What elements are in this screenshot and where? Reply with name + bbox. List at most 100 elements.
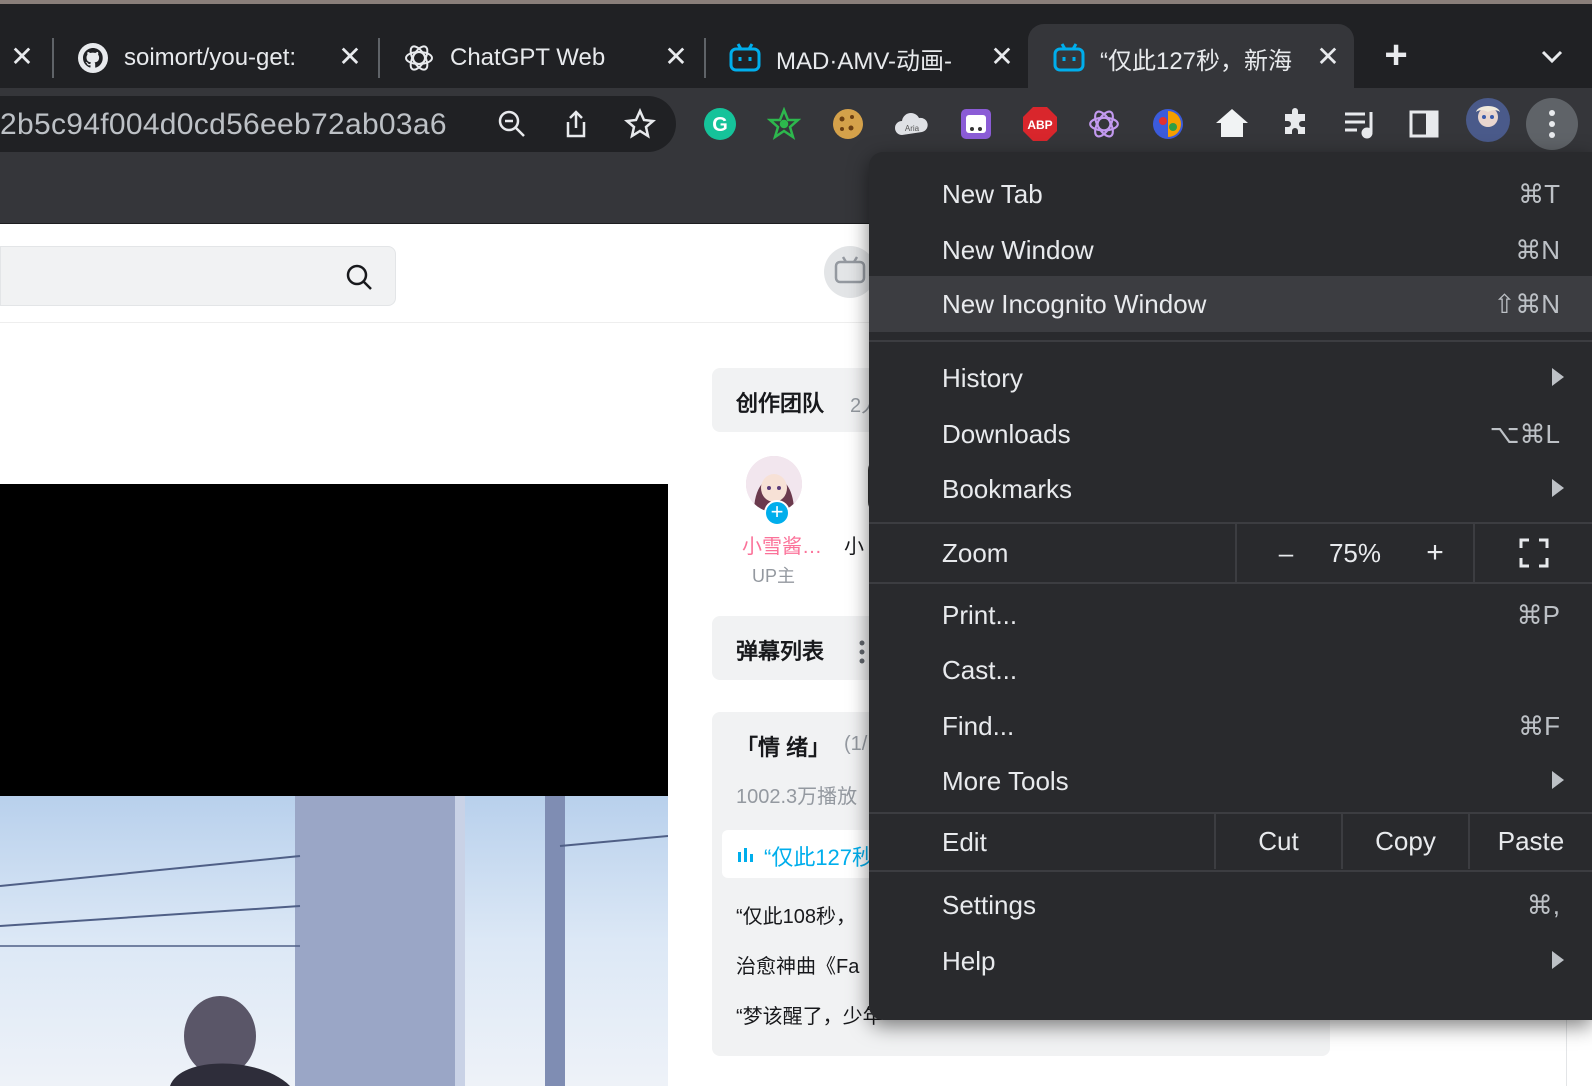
purple-extension-icon[interactable]: [958, 106, 994, 142]
playlist-title: 「情 绪」: [736, 735, 831, 760]
tab-active-bilibili[interactable]: “仅此127秒，新海 ✕: [1028, 24, 1354, 92]
chrome-menu-kebab-icon[interactable]: [1526, 98, 1578, 150]
menu-item-label: New Window: [942, 235, 1094, 265]
list-item[interactable]: “仅此108秒，: [736, 900, 856, 929]
site-search-input[interactable]: [0, 246, 396, 306]
url-text[interactable]: 2b5c94f004d0cd56eeb72ab03a6: [0, 108, 447, 142]
chrome-main-menu: New Tab ⌘T New Window ⌘N New Incognito W…: [869, 152, 1592, 1020]
zoom-in-button[interactable]: +: [1395, 524, 1475, 582]
side-panel-icon[interactable]: [1406, 106, 1442, 142]
new-tab-plus-icon[interactable]: +: [1378, 35, 1414, 75]
address-bar[interactable]: 2b5c94f004d0cd56eeb72ab03a6: [0, 96, 676, 152]
tab-mad-amv[interactable]: MAD·AMV-动画- ✕: [712, 24, 1028, 92]
menu-item-label: New Tab: [942, 179, 1043, 209]
zoom-minus-label: –: [1278, 537, 1294, 568]
aria2-cloud-icon[interactable]: Aria: [894, 106, 930, 142]
tab-search-chevron-icon[interactable]: [1538, 42, 1566, 70]
tab-title: MAD·AMV-动画-: [776, 47, 952, 75]
bilibili-icon: [1052, 41, 1086, 75]
menu-item-new-incognito-window[interactable]: New Incognito Window ⇧⌘N: [869, 276, 1592, 332]
cookie-icon[interactable]: [830, 106, 866, 142]
svg-text:ABP: ABP: [1027, 118, 1052, 132]
copy-button[interactable]: Copy: [1341, 813, 1468, 869]
menu-separator: [869, 340, 1592, 342]
menu-item-label: History: [942, 363, 1023, 393]
menu-item-downloads[interactable]: Downloads ⌥⌘L: [869, 406, 1592, 462]
zoom-out-icon[interactable]: [496, 108, 528, 140]
adblock-plus-icon[interactable]: ABP: [1022, 106, 1058, 142]
menu-item-label: Print...: [942, 600, 1018, 630]
menu-item-label: Edit: [942, 827, 987, 857]
openai-extension-icon[interactable]: [1086, 106, 1122, 142]
video-frame[interactable]: [0, 796, 668, 1086]
menu-item-shortcut: ⌘T: [1518, 179, 1560, 209]
menu-item-cast[interactable]: Cast...: [869, 642, 1592, 698]
zoom-plus-label: +: [1426, 536, 1444, 569]
menu-item-label: Cast...: [942, 655, 1018, 685]
share-icon[interactable]: [560, 108, 592, 140]
menu-item-shortcut: ⌘N: [1515, 235, 1560, 265]
menu-item-shortcut: ⌥⌘L: [1489, 419, 1560, 449]
tab-you-get[interactable]: soimort/you-get: ✕: [60, 24, 376, 92]
tab-close-icon[interactable]: ✕: [8, 43, 36, 72]
svg-text:G: G: [712, 114, 728, 136]
tab-close-icon[interactable]: ✕: [1314, 43, 1342, 72]
paste-label: Paste: [1497, 825, 1565, 856]
menu-item-label: More Tools: [942, 766, 1069, 796]
menu-item-bookmarks[interactable]: Bookmarks: [869, 461, 1592, 517]
menu-item-history[interactable]: History: [869, 350, 1592, 406]
menu-item-help[interactable]: Help: [869, 933, 1592, 989]
cut-label: Cut: [1258, 825, 1299, 856]
reading-list-icon[interactable]: [1342, 106, 1378, 142]
search-icon[interactable]: [345, 263, 373, 291]
follow-plus-icon[interactable]: +: [764, 500, 790, 526]
tab-separator: [704, 38, 706, 78]
menu-item-shortcut: ⌘,: [1526, 890, 1560, 920]
menu-item-label: Settings: [942, 890, 1036, 920]
menu-item-label: Bookmarks: [942, 474, 1073, 504]
uploader-role: UP主: [752, 566, 796, 586]
home-extension-icon[interactable]: [1214, 106, 1250, 142]
list-item-title: “仅此127秒: [764, 845, 875, 870]
list-item[interactable]: 治愈神曲《Fa: [736, 950, 859, 979]
menu-item-new-window[interactable]: New Window ⌘N: [869, 222, 1592, 278]
video-player[interactable]: [0, 484, 668, 796]
fullscreen-icon: [1519, 538, 1548, 568]
menu-item-print[interactable]: Print... ⌘P: [869, 587, 1592, 643]
zoom-level: 75%: [1305, 524, 1405, 582]
brain-extension-icon[interactable]: [1150, 106, 1186, 142]
team-title: 创作团队: [736, 391, 825, 416]
tab-close-icon[interactable]: ✕: [336, 43, 364, 72]
uploader-name[interactable]: 小雪酱…: [742, 530, 822, 559]
extensions-puzzle-icon[interactable]: [1278, 106, 1314, 142]
cut-button[interactable]: Cut: [1214, 813, 1341, 869]
tab-title: ChatGPT Web: [450, 44, 606, 71]
fullscreen-button[interactable]: [1473, 524, 1592, 582]
menu-item-more-tools[interactable]: More Tools: [869, 753, 1592, 809]
menu-separator: [869, 582, 1592, 584]
profile-avatar[interactable]: [1466, 98, 1510, 142]
danmaku-title: 弹幕列表: [736, 639, 825, 664]
tab-close-icon[interactable]: ✕: [988, 43, 1016, 72]
more-options-icon[interactable]: [858, 640, 866, 664]
tab-title: “仅此127秒，新海: [1100, 47, 1293, 75]
menu-item-settings[interactable]: Settings ⌘,: [869, 877, 1592, 933]
paste-button[interactable]: Paste: [1468, 813, 1592, 869]
tab-partial[interactable]: ✕: [0, 24, 52, 92]
playlist-index: (1/: [844, 733, 868, 755]
grammarly-icon[interactable]: G: [702, 106, 738, 142]
menu-item-new-tab[interactable]: New Tab ⌘T: [869, 166, 1592, 222]
menu-item-shortcut: ⌘P: [1516, 600, 1560, 630]
menu-item-label: Zoom: [942, 538, 1009, 568]
tab-title: soimort/you-get:: [124, 44, 297, 71]
list-item[interactable]: “梦该醒了，少年: [736, 1000, 883, 1029]
menu-item-shortcut: ⌘F: [1518, 711, 1560, 741]
menu-item-find[interactable]: Find... ⌘F: [869, 698, 1592, 754]
atom-extension-icon[interactable]: [766, 106, 802, 142]
menu-item-shortcut: ⇧⌘N: [1493, 289, 1560, 319]
tab-chatgpt[interactable]: ChatGPT Web ✕: [386, 24, 702, 92]
tab-close-icon[interactable]: ✕: [662, 43, 690, 72]
tab-strip: ✕ soimort/you-get: ✕ ChatGPT Web ✕ MAD·A…: [0, 0, 1592, 92]
member2-name[interactable]: 小: [844, 530, 864, 559]
bookmark-star-icon[interactable]: [624, 107, 656, 140]
